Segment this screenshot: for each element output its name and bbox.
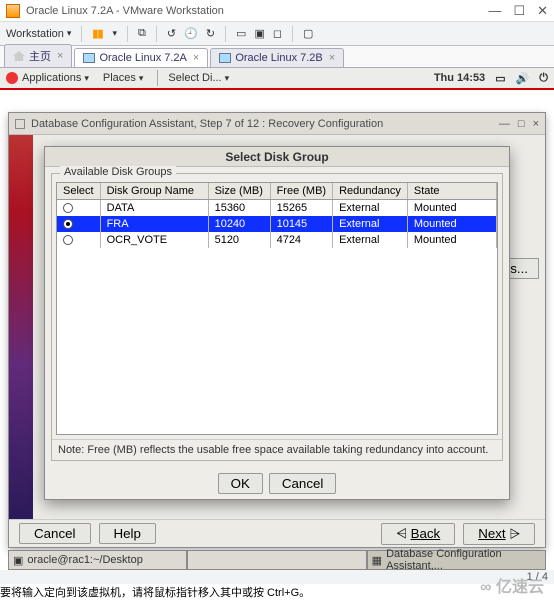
next-button[interactable]: Next ⩥ [463, 523, 535, 545]
dbca-close[interactable]: × [533, 118, 539, 130]
clock-icon[interactable]: 🕘 [184, 27, 198, 40]
taskbar-empty[interactable] [187, 550, 366, 570]
cell-state: Mounted [407, 200, 496, 217]
guest-taskbar: ▣oracle@rac1:~/Desktop ▦Database Configu… [8, 550, 546, 570]
cell-size: 10240 [208, 216, 270, 232]
dialog-title: Select Disk Group [45, 147, 509, 167]
table-row[interactable]: OCR_VOTE51204724ExternalMounted [57, 232, 497, 248]
table-row[interactable]: FRA1024010145ExternalMounted [57, 216, 497, 232]
snapshot-icon[interactable]: ⧉ [138, 27, 146, 40]
ok-button[interactable]: OK [218, 473, 263, 494]
close-button[interactable]: ✕ [537, 3, 548, 19]
gnome-top-bar: Applications ▾ Places ▾ Select Di... ▾ T… [0, 68, 554, 90]
power-icon[interactable]: ⏻ [539, 72, 548, 85]
cell-size: 5120 [208, 232, 270, 248]
maximize-button[interactable]: ☐ [513, 3, 525, 19]
view1-icon[interactable]: ▭ [236, 27, 246, 40]
vmware-statusbar: 1 / 4 [0, 570, 554, 584]
vmware-titlebar: Oracle Linux 7.2A - VMware Workstation —… [0, 0, 554, 22]
volume-icon[interactable]: ▭ [495, 72, 505, 85]
dbca-icon: ▦ [372, 554, 382, 567]
minimize-button[interactable]: — [488, 3, 501, 19]
pause-icon[interactable]: ▮▮ [92, 27, 102, 40]
tab-home[interactable]: 主页× [4, 44, 72, 67]
view2-icon[interactable]: ▣ [254, 27, 264, 40]
dbca-sidebar-graphic [9, 135, 33, 519]
clock-back-icon[interactable]: ↺ [167, 27, 176, 40]
view3-icon[interactable]: ◻ [273, 27, 282, 40]
cell-redundancy: External [333, 232, 408, 248]
monitor-icon [83, 53, 95, 63]
cell-free: 4724 [270, 232, 333, 248]
help-button[interactable]: Help [99, 523, 156, 544]
applications-menu[interactable]: Applications ▾ [22, 72, 89, 84]
back-button[interactable]: ⩤ Back [381, 523, 455, 545]
select-disk-group-dialog: Select Disk Group Available Disk Groups … [44, 146, 510, 500]
note-text: Note: Free (MB) reflects the usable free… [52, 439, 502, 460]
window-icon [15, 119, 25, 129]
radio-select[interactable] [63, 203, 73, 213]
dbca-minimize[interactable]: — [499, 118, 510, 130]
cell-size: 15360 [208, 200, 270, 217]
fullscreen-icon[interactable]: ▢ [303, 27, 313, 40]
header-name[interactable]: Disk Group Name [100, 183, 208, 200]
cell-name: DATA [100, 200, 208, 217]
watermark: ∞ 亿速云 [480, 573, 544, 597]
cell-state: Mounted [407, 232, 496, 248]
cell-name: OCR_VOTE [100, 232, 208, 248]
header-state[interactable]: State [407, 183, 496, 200]
activities-icon[interactable] [6, 72, 18, 84]
workstation-menu[interactable]: Workstation ▾ [6, 28, 71, 40]
disk-group-table: Select Disk Group Name Size (MB) Free (M… [57, 183, 497, 248]
radio-select[interactable] [63, 219, 73, 229]
radio-select[interactable] [63, 235, 73, 245]
vmware-toolbar: Workstation ▾ ▮▮ ▾ ⧉ ↺ 🕘 ↻ ▭ ▣ ◻ ▢ [0, 22, 554, 46]
monitor-icon [219, 53, 231, 63]
places-menu[interactable]: Places ▾ [103, 72, 144, 84]
cell-state: Mounted [407, 216, 496, 232]
fieldset-legend: Available Disk Groups [60, 166, 176, 178]
cell-free: 15265 [270, 200, 333, 217]
clock[interactable]: Thu 14:53 [434, 72, 485, 84]
tab-vm-a[interactable]: Oracle Linux 7.2A× [74, 48, 208, 67]
terminal-icon: ▣ [13, 554, 23, 567]
dialog-cancel-button[interactable]: Cancel [269, 473, 337, 494]
taskbar-terminal[interactable]: ▣oracle@rac1:~/Desktop [8, 550, 187, 570]
header-size[interactable]: Size (MB) [208, 183, 270, 200]
active-window-menu[interactable]: Select Di... ▾ [168, 72, 229, 84]
cell-free: 10145 [270, 216, 333, 232]
cancel-button[interactable]: Cancel [19, 523, 91, 544]
clock-fwd-icon[interactable]: ↻ [206, 27, 215, 40]
sound-icon[interactable]: 🔊 [516, 72, 530, 85]
vmware-tabs: 主页× Oracle Linux 7.2A× Oracle Linux 7.2B… [0, 46, 554, 68]
header-redundancy[interactable]: Redundancy [333, 183, 408, 200]
home-icon [13, 51, 25, 61]
taskbar-dbca[interactable]: ▦Database Configuration Assistant,... [367, 550, 546, 570]
dbca-title-text: Database Configuration Assistant, Step 7… [31, 118, 383, 130]
dbca-maximize[interactable]: □ [518, 118, 525, 130]
header-free[interactable]: Free (MB) [270, 183, 333, 200]
dbca-titlebar: Database Configuration Assistant, Step 7… [9, 113, 545, 135]
tab-vm-b[interactable]: Oracle Linux 7.2B× [210, 48, 344, 67]
table-row[interactable]: DATA1536015265ExternalMounted [57, 200, 497, 217]
dbca-nav-bar: Cancel Help ⩤ Back Next ⩥ [9, 519, 545, 547]
header-select[interactable]: Select [57, 183, 100, 200]
cell-name: FRA [100, 216, 208, 232]
cell-redundancy: External [333, 200, 408, 217]
vmware-icon [6, 4, 20, 18]
vmware-title: Oracle Linux 7.2A - VMware Workstation [26, 5, 224, 17]
status-hint: 要将输入定向到该虚拟机，请将鼠标指针移入其中或按 Ctrl+G。 [0, 584, 310, 598]
cell-redundancy: External [333, 216, 408, 232]
